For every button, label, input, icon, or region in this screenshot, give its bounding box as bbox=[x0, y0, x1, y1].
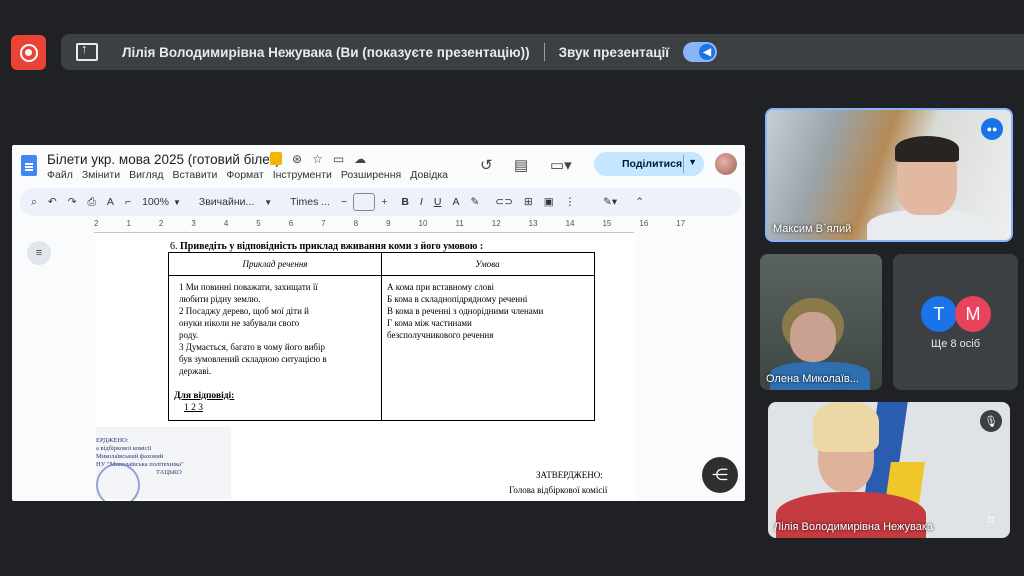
share-icon[interactable]: ⋲ bbox=[702, 457, 738, 493]
underline-button[interactable]: U bbox=[434, 196, 442, 208]
participant-name: Максим В`ялий bbox=[773, 223, 852, 235]
zoom-select[interactable]: 100% bbox=[142, 196, 169, 208]
outline-icon[interactable]: ≡ bbox=[27, 241, 51, 265]
shared-screen-docs: Білети укр. мова 2025 (готовий білет) ⊛ … bbox=[12, 145, 745, 501]
star-icon[interactable]: ☆ bbox=[312, 152, 323, 166]
menu-file[interactable]: Файл bbox=[47, 169, 73, 181]
italic-button[interactable]: I bbox=[420, 196, 423, 208]
list-item: роду. bbox=[179, 330, 199, 340]
list-item: 2 Посаджу дерево, щоб мої діти й bbox=[179, 306, 309, 316]
docs-toolbar: ⌕ ↶ ↷ ⎙ A ⌐ 100% ▼ Звичайни... ▼ Times .… bbox=[20, 188, 741, 216]
menu-help[interactable]: Довідка bbox=[410, 169, 448, 181]
participant-name: Олена Миколаїв... bbox=[766, 373, 859, 385]
chevron-down-icon: ▼ bbox=[172, 197, 181, 207]
menu-insert[interactable]: Вставити bbox=[172, 169, 217, 181]
list-item: А кома при вставному слові bbox=[387, 282, 495, 292]
chevron-down-icon: ▼ bbox=[264, 197, 273, 207]
font-size-input[interactable] bbox=[353, 193, 376, 211]
avatar: М bbox=[955, 296, 991, 332]
style-select[interactable]: Звичайни... bbox=[199, 196, 254, 208]
list-item: 1 Ми повинні поважати, захищати її bbox=[179, 282, 318, 292]
list-item: любити рідну землю. bbox=[179, 294, 261, 304]
document-title[interactable]: Білети укр. мова 2025 (готовий білет) bbox=[47, 152, 280, 167]
image-icon[interactable]: ▣ bbox=[544, 196, 554, 208]
more-icon[interactable]: ⋮ bbox=[565, 196, 576, 208]
menu-extensions[interactable]: Розширення bbox=[341, 169, 401, 181]
list-item: онуки ніколи не забували свого bbox=[179, 318, 300, 328]
highlight-icon[interactable]: ✎ bbox=[470, 196, 479, 208]
share-button[interactable]: Поділитися ▼ bbox=[594, 152, 704, 176]
menu-edit[interactable]: Змінити bbox=[82, 169, 120, 181]
divider bbox=[543, 43, 545, 61]
speaker-icon: ◀ bbox=[699, 44, 716, 60]
example-list: 1 Ми повинні поважати, захищати її любит… bbox=[179, 281, 327, 377]
participant-tile-olena[interactable]: Олена Миколаїв... bbox=[760, 254, 882, 390]
seal-icon bbox=[96, 463, 140, 501]
text-color-icon[interactable]: A bbox=[452, 196, 459, 208]
increase-size-icon[interactable]: + bbox=[381, 196, 387, 208]
list-item: Г кома між частинами bbox=[387, 318, 472, 328]
table-header: Приклад речення bbox=[169, 253, 381, 276]
edit-mode-icon[interactable]: ✎▾ bbox=[603, 196, 617, 208]
add-comment-icon[interactable]: ⊞ bbox=[524, 196, 533, 208]
decrease-size-icon[interactable]: − bbox=[341, 196, 347, 208]
condition-list: А кома при вставному слові Б кома в скла… bbox=[387, 281, 543, 341]
speaking-icon: ●● bbox=[981, 118, 1003, 140]
menu-format[interactable]: Формат bbox=[226, 169, 263, 181]
paint-format-icon[interactable]: ⌐ bbox=[125, 196, 131, 208]
title-icons: ⊛ ☆ ▭ ☁ bbox=[270, 152, 366, 166]
list-item: 3 Думається, багато в чому його вибір bbox=[179, 342, 326, 352]
list-item: В кома в реченні з однорідними членами bbox=[387, 306, 544, 316]
label-badge-icon[interactable] bbox=[270, 152, 282, 165]
answers-value: 1 2 3 bbox=[184, 403, 203, 413]
presenter-name: Лілія Володимирівна Нежувака (Ви (показу… bbox=[122, 44, 530, 60]
menu-tools[interactable]: Інструменти bbox=[273, 169, 332, 181]
undo-icon[interactable]: ↶ bbox=[48, 196, 57, 208]
table-header: Умова bbox=[381, 253, 594, 276]
list-item: був зумовлений складною ситуацією в bbox=[179, 354, 327, 364]
recording-indicator[interactable] bbox=[11, 35, 46, 70]
record-icon bbox=[19, 43, 38, 62]
more-participants-tile[interactable]: Т М Ще 8 осіб bbox=[893, 254, 1018, 390]
folder-icon[interactable]: ▭ bbox=[333, 152, 344, 166]
presenting-bar: Лілія Володимирівна Нежувака (Ви (показу… bbox=[61, 34, 1024, 70]
participant-tile-liliia[interactable]: 🎙 ⌗ Лілія Володимирівна Нежувака bbox=[768, 402, 1010, 538]
bold-button[interactable]: B bbox=[401, 196, 409, 208]
list-item: безсполучникового речення bbox=[387, 330, 494, 340]
approved-label: ЗАТВЕРДЖЕНО: bbox=[536, 470, 603, 480]
crop-icon[interactable]: ⌗ bbox=[980, 508, 1002, 530]
user-avatar[interactable] bbox=[715, 153, 737, 175]
present-screen-icon bbox=[76, 41, 98, 61]
list-item: державі. bbox=[179, 366, 212, 376]
question: 6. Приведіть у відповідність приклад вжи… bbox=[170, 241, 484, 252]
spellcheck-icon[interactable]: A bbox=[107, 196, 114, 208]
link-icon[interactable]: ⊂⊃ bbox=[495, 196, 513, 208]
history-icon[interactable]: ↺ bbox=[480, 156, 493, 174]
meet-icon[interactable]: ▭▾ bbox=[550, 156, 572, 174]
shield-icon[interactable]: ⊛ bbox=[292, 152, 302, 166]
list-item: Б кома в складнопідрядному реченні bbox=[387, 294, 528, 304]
approved-line: Голова відбіркової комісії bbox=[509, 485, 608, 495]
collapse-icon[interactable]: ⌃ bbox=[635, 196, 644, 208]
more-participants-label: Ще 8 осіб bbox=[930, 338, 981, 350]
ruler: 212 345 678 9 10 11 12 13 14 15 16 17 bbox=[94, 219, 686, 228]
comment-icon[interactable]: ▤ bbox=[514, 156, 528, 174]
chevron-down-icon[interactable]: ▼ bbox=[688, 157, 697, 167]
docs-logo-icon bbox=[21, 155, 37, 176]
font-select[interactable]: Times ... bbox=[290, 196, 330, 208]
presentation-sound-label: Звук презентації bbox=[558, 44, 670, 60]
avatar: Т bbox=[921, 296, 957, 332]
answers-label: Для відповіді: bbox=[174, 391, 235, 401]
menu-view[interactable]: Вигляд bbox=[129, 169, 163, 181]
menu-bar: Файл Змінити Вигляд Вставити Формат Інст… bbox=[47, 169, 448, 181]
mic-off-icon: 🎙 bbox=[980, 410, 1002, 432]
participant-name: Лілія Володимирівна Нежувака bbox=[774, 521, 934, 533]
redo-icon[interactable]: ↷ bbox=[68, 196, 77, 208]
presentation-sound-toggle[interactable]: ◀ bbox=[683, 42, 718, 62]
participant-tile-maksym[interactable]: ●● Максим В`ялий bbox=[765, 108, 1013, 242]
cloud-icon[interactable]: ☁ bbox=[354, 152, 366, 166]
search-icon[interactable]: ⌕ bbox=[31, 196, 37, 209]
print-icon[interactable]: ⎙ bbox=[88, 196, 96, 209]
